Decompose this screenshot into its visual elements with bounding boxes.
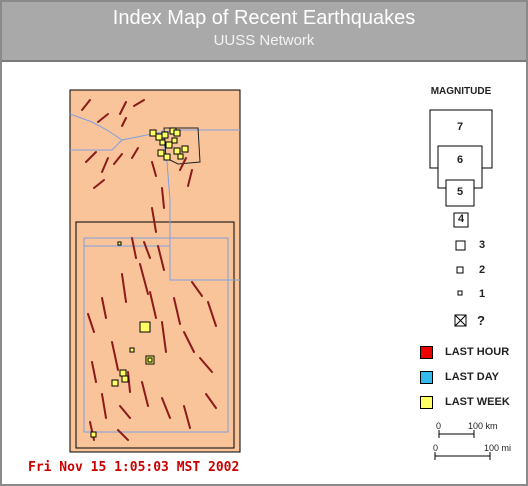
- map-frame: Index Map of Recent Earthquakes UUSS Net…: [0, 0, 528, 486]
- index-map[interactable]: [2, 2, 526, 484]
- timestamp: Fri Nov 15 1:05:03 MST 2002: [28, 460, 240, 475]
- magnitude-box-1: [457, 290, 463, 296]
- earthquake-marker[interactable]: [149, 129, 157, 137]
- earthquake-marker[interactable]: [129, 347, 135, 353]
- magnitude-label-5: 5: [457, 186, 464, 198]
- earthquake-marker[interactable]: [157, 149, 165, 157]
- earthquake-marker[interactable]: [181, 145, 189, 153]
- legend-title: MAGNITUDE: [430, 86, 492, 97]
- earthquake-marker[interactable]: [155, 133, 163, 141]
- earthquake-marker[interactable]: [173, 129, 181, 137]
- last-day-swatch: [420, 371, 433, 384]
- earthquake-marker[interactable]: [121, 375, 129, 383]
- magnitude-label-6: 6: [457, 154, 464, 166]
- earthquake-marker[interactable]: [173, 147, 181, 155]
- last-hour-label: LAST HOUR: [445, 346, 510, 358]
- magnitude-box-3: [455, 240, 466, 251]
- earthquake-marker[interactable]: [165, 141, 173, 149]
- earthquake-marker[interactable]: [163, 153, 171, 161]
- map-land: [69, 89, 241, 453]
- earthquake-marker[interactable]: [119, 369, 127, 377]
- earthquake-marker[interactable]: [147, 357, 153, 363]
- last-week-label: LAST WEEK: [445, 396, 510, 408]
- scale-mi-value: 100 mi: [484, 443, 512, 453]
- scale-mi-zero: 0: [433, 443, 439, 453]
- magnitude-label-3: 3: [479, 239, 486, 251]
- scale-bars: [434, 430, 491, 460]
- earthquake-marker[interactable]: [139, 321, 151, 333]
- magnitude-label-1: 1: [479, 288, 486, 300]
- earthquake-marker[interactable]: [117, 241, 122, 246]
- earthquake-marker[interactable]: [111, 379, 119, 387]
- magnitude-label-7: 7: [457, 121, 464, 133]
- magnitude-label-unknown: ?: [477, 313, 485, 328]
- scale-km-zero: 0: [436, 421, 442, 431]
- earthquake-marker[interactable]: [159, 139, 166, 146]
- scale-km-value: 100 km: [468, 421, 498, 431]
- magnitude-label-4: 4: [458, 213, 465, 225]
- earthquake-marker[interactable]: [161, 131, 169, 139]
- last-week-swatch: [420, 396, 433, 409]
- last-day-label: LAST DAY: [445, 371, 499, 383]
- last-hour-swatch: [420, 346, 433, 359]
- magnitude-label-2: 2: [479, 264, 486, 276]
- earthquake-marker[interactable]: [177, 153, 184, 160]
- magnitude-box-2: [456, 266, 464, 274]
- earthquake-marker[interactable]: [171, 137, 178, 144]
- earthquake-marker[interactable]: [90, 431, 97, 438]
